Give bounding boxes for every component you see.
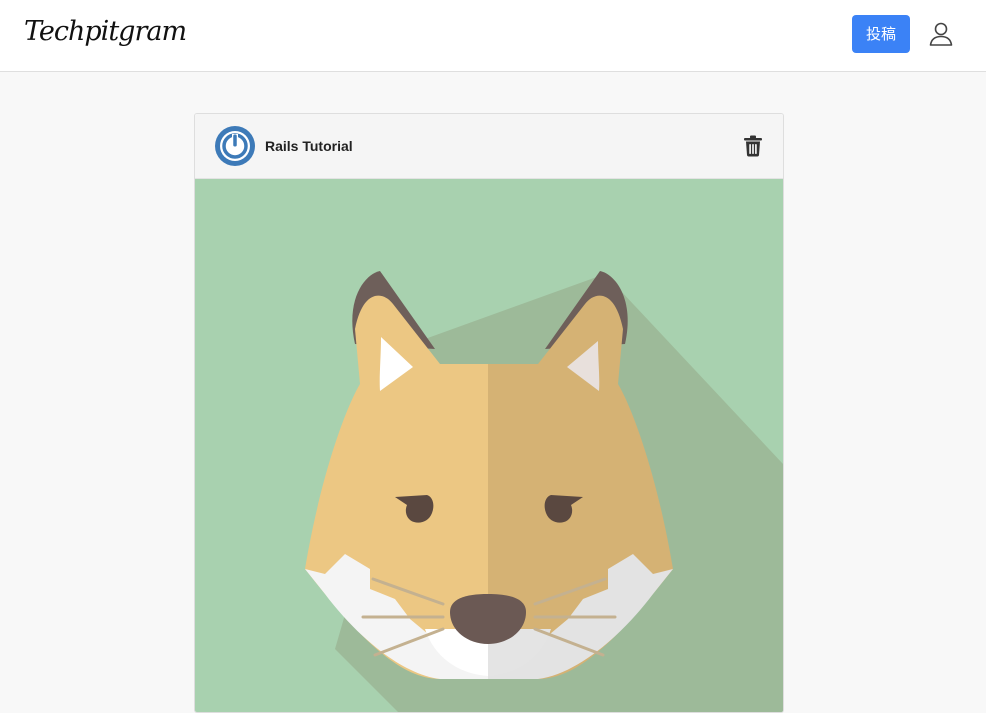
post-header: Rails Tutorial <box>195 114 783 179</box>
fox-illustration <box>305 271 783 712</box>
post-button[interactable]: 投稿 <box>852 15 910 53</box>
brand-logo[interactable]: Techpitgram <box>24 14 187 50</box>
navbar: Techpitgram 投稿 <box>0 0 986 72</box>
power-icon <box>215 126 255 166</box>
post-card: Rails Tutorial <box>194 113 784 713</box>
avatar[interactable] <box>215 126 255 166</box>
trash-icon[interactable] <box>743 135 763 157</box>
user-icon[interactable] <box>928 21 954 47</box>
post-image <box>195 179 783 712</box>
post-username[interactable]: Rails Tutorial <box>265 138 353 154</box>
